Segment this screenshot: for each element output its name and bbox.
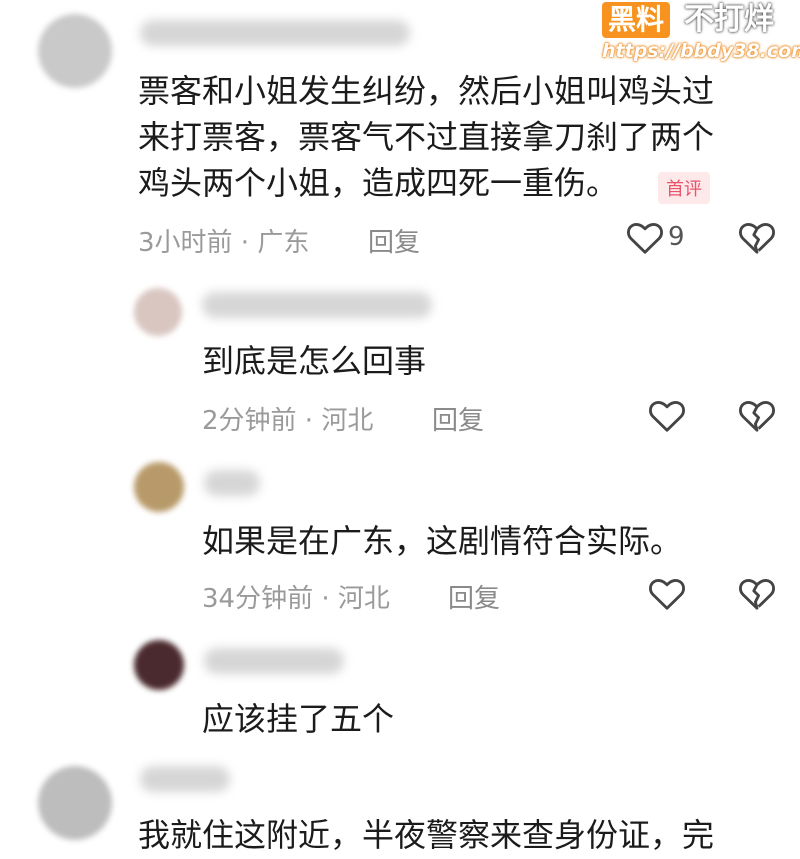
comment-text-line: 来打票客，票客气不过直接拿刀刹了两个 — [138, 118, 715, 156]
comment-meta: 3小时前 · 广东 — [138, 228, 310, 258]
reply-button[interactable]: 回复 — [368, 222, 420, 259]
heart-icon[interactable] — [648, 398, 686, 434]
dislike-broken-heart-icon[interactable] — [738, 398, 776, 434]
first-comment-badge: 首评 — [658, 172, 710, 204]
comment-meta: 2分钟前 · 河北 — [202, 406, 374, 436]
watermark-tagline: 不打烊 — [684, 2, 774, 37]
comment-text-line: 票客和小姐发生纠纷，然后小姐叫鸡头过 — [138, 72, 715, 110]
avatar[interactable] — [134, 288, 182, 336]
watermark-brand: 黑料 — [602, 2, 671, 38]
dislike-broken-heart-icon[interactable] — [738, 576, 776, 612]
username-blurred[interactable] — [140, 20, 410, 46]
avatar[interactable] — [38, 766, 112, 840]
like-count: 9 — [668, 222, 685, 252]
comment-text-line: 如果是在广东，这剧情符合实际。 — [202, 522, 683, 560]
username-blurred[interactable] — [204, 648, 344, 674]
reply-button[interactable]: 回复 — [432, 400, 484, 437]
comment-text-line: 应该挂了五个 — [202, 700, 395, 738]
reply-button[interactable]: 回复 — [448, 578, 500, 615]
comment-meta: 34分钟前 · 河北 — [202, 584, 390, 614]
avatar[interactable] — [134, 462, 184, 512]
heart-icon[interactable] — [648, 576, 686, 612]
watermark-url: https://bbdy38.com — [602, 40, 800, 62]
watermark-logo: 黑料 不打烊 https://bbdy38.com — [602, 2, 800, 64]
comment-text-line: 我就住这附近，半夜警察来查身份证，完 — [138, 816, 715, 854]
avatar[interactable] — [38, 14, 112, 88]
comment-text-line: 鸡头两个小姐，造成四死一重伤。 — [138, 164, 619, 202]
dislike-broken-heart-icon[interactable] — [738, 220, 776, 256]
username-blurred[interactable] — [204, 470, 260, 496]
username-blurred[interactable] — [140, 766, 230, 792]
heart-icon[interactable] — [626, 220, 664, 256]
username-blurred[interactable] — [202, 292, 432, 318]
comment-text-line: 到底是怎么回事 — [202, 342, 427, 380]
avatar[interactable] — [134, 640, 184, 690]
